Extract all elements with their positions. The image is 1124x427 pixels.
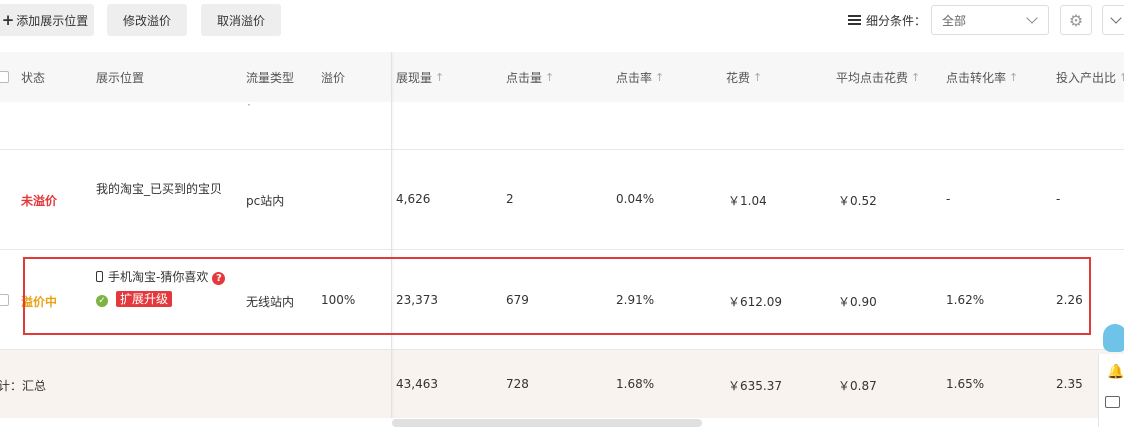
impressions-value: 4,626 [396,192,431,206]
header-roi[interactable]: 投入产出比 ↑ [1056,52,1124,102]
chevron-down-icon [1110,12,1122,24]
add-position-label: 添加展示位置 [16,13,89,28]
header-traffic: 流量类型 [246,70,295,85]
table-header: 状态 展示位置 流量类型 溢价 展现量 ↑ 点击量 ↑ 点击率 ↑ 花费 ↑ 平均点击花… [0,52,1124,102]
header-cpc[interactable]: 平均点击花费 ↑ [836,52,920,102]
gear-icon: ⚙ [1068,10,1084,30]
horizontal-scrollbar[interactable] [392,419,702,427]
bell-icon[interactable]: 🔔 [1107,364,1124,380]
toolbar: + 添加展示位置 修改溢价 取消溢价 细分条件： 全部 ⚙ [0,0,1124,40]
sort-arrow-icon: ↑ [1119,70,1124,84]
traffic-type: pc站内 [246,194,285,208]
header-premium: 溢价 [321,70,346,85]
total-ctr: 1.68% [616,377,655,391]
header-position: 展示位置 [96,70,145,85]
position-name: 我的淘宝_已买到的宝贝 [96,182,223,196]
total-clicks: 728 [506,377,529,391]
cancel-premium-button[interactable]: 取消溢价 [201,4,281,36]
select-all-checkbox[interactable] [0,71,9,83]
mascot-icon[interactable] [1103,324,1124,352]
table-row: · [0,98,1124,150]
ctr-value: 0.04% [616,192,655,206]
more-button[interactable] [1102,5,1124,35]
row-checkbox[interactable] [0,294,9,306]
list-icon [848,15,861,25]
total-row: 计：汇总 43,463 728 1.68% ￥635.37 ￥0.87 1.65… [0,350,1124,418]
total-impressions: 43,463 [396,377,438,391]
header-status: 状态 [21,70,46,85]
frozen-column-divider [391,52,392,418]
filter-label-text: 细分条件： [866,13,927,28]
total-roi: 2.35 [1056,377,1083,391]
highlight-box [23,257,1091,335]
sort-arrow-icon: ↑ [911,70,921,84]
modify-premium-button[interactable]: 修改溢价 [107,4,187,36]
header-cost[interactable]: 花费 ↑ [726,52,762,102]
header-ctr[interactable]: 点击率 ↑ [616,52,664,102]
header-clicks[interactable]: 点击量 ↑ [506,52,554,102]
partial-text: · [247,98,251,112]
status-badge: 未溢价 [21,194,58,208]
table-row: 未溢价 我的淘宝_已买到的宝贝 pc站内 4,626 2 0.04% ￥1.04… [0,150,1124,250]
total-label: 计：汇总 [0,379,47,393]
settings-button[interactable]: ⚙ [1060,5,1092,35]
cvr-value: - [946,192,951,206]
sort-arrow-icon: ↑ [545,70,555,84]
sort-arrow-icon: ↑ [1009,70,1019,84]
cost-value: ￥1.04 [728,194,767,208]
filter-select-value: 全部 [942,13,967,28]
header-impressions[interactable]: 展现量 ↑ [396,52,444,102]
filter-label: 细分条件： [848,10,926,30]
total-cpc: ￥0.87 [838,379,877,393]
total-cost: ￥635.37 [728,379,782,393]
plus-icon: + [1,11,15,29]
filter-select[interactable]: 全部 [931,5,1049,35]
sort-arrow-icon: ↑ [435,70,445,84]
cpc-value: ￥0.52 [838,194,877,208]
clicks-value: 2 [506,192,514,206]
sort-arrow-icon: ↑ [753,70,763,84]
roi-value: - [1056,192,1061,206]
sort-arrow-icon: ↑ [655,70,665,84]
add-position-button[interactable]: + 添加展示位置 [0,4,94,36]
chevron-down-icon [1026,12,1038,24]
total-cvr: 1.65% [946,377,985,391]
chat-icon[interactable] [1105,396,1120,408]
header-cvr[interactable]: 点击转化率 ↑ [946,52,1018,102]
